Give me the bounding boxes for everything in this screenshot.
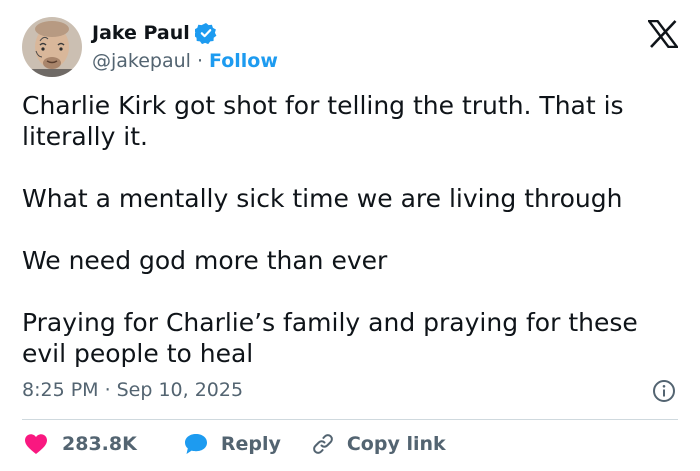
copy-link-label: Copy link <box>346 433 446 455</box>
tweet-paragraph: Praying for Charlie’s family and praying… <box>22 308 646 368</box>
avatar-image <box>22 17 82 77</box>
follow-button[interactable]: Follow <box>209 50 278 72</box>
verified-badge-icon <box>193 22 217 45</box>
author-names: Jake Paul @jakepaul · Follow <box>92 20 278 74</box>
tweet-paragraph: We need god more than ever <box>22 246 388 275</box>
display-name[interactable]: Jake Paul <box>92 22 190 44</box>
tweet-date: Sep 10, 2025 <box>116 379 244 401</box>
info-icon[interactable] <box>652 379 676 403</box>
author-handle[interactable]: @jakepaul <box>92 50 191 72</box>
tweet-time: 8:25 PM <box>22 379 99 401</box>
tweet-timestamp[interactable]: 8:25 PM · Sep 10, 2025 <box>22 379 243 401</box>
action-bar: 283.8K Reply Copy link <box>24 428 446 460</box>
divider <box>22 419 678 420</box>
heart-icon <box>24 433 48 455</box>
timestamp-separator: · <box>104 379 111 401</box>
reply-button[interactable]: Reply <box>183 432 281 456</box>
handle-separator: · <box>196 50 204 72</box>
name-row: Jake Paul <box>92 20 278 46</box>
reply-label: Reply <box>220 433 281 455</box>
handle-row: @jakepaul · Follow <box>92 48 278 74</box>
avatar[interactable] <box>22 17 82 77</box>
link-icon <box>311 432 335 456</box>
like-count: 283.8K <box>62 433 137 455</box>
tweet-paragraph: What a mentally sick time we are living … <box>22 184 623 213</box>
like-button[interactable]: 283.8K <box>24 433 137 455</box>
x-logo-icon[interactable] <box>646 19 680 49</box>
tweet-paragraph: Charlie Kirk got shot for telling the tr… <box>22 91 632 151</box>
tweet-card: Jake Paul @jakepaul · Follow Charlie Kir… <box>0 0 700 471</box>
reply-bubble-icon <box>183 432 209 456</box>
tweet-text: Charlie Kirk got shot for telling the tr… <box>22 90 672 369</box>
copy-link-button[interactable]: Copy link <box>311 432 446 456</box>
tweet-header: Jake Paul @jakepaul · Follow <box>22 16 278 78</box>
